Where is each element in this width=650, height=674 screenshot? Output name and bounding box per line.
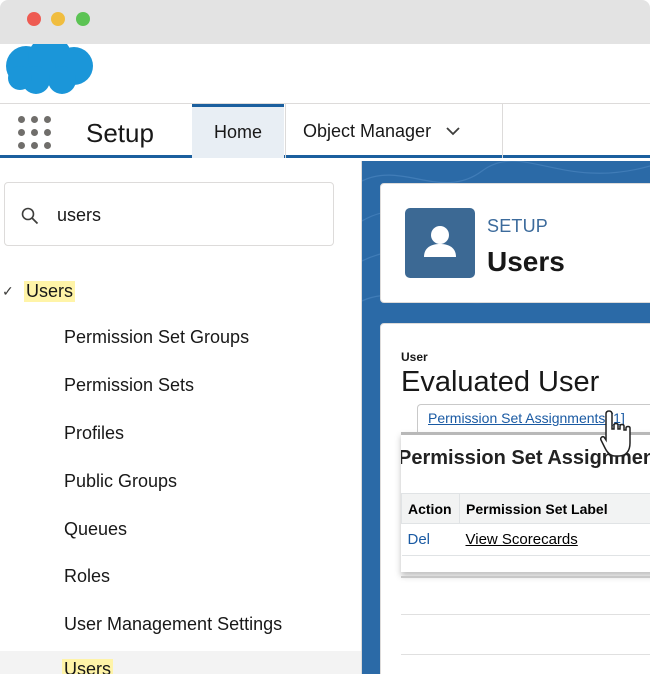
sidebar-item-user-management-settings[interactable]: User Management Settings <box>64 614 282 635</box>
search-icon <box>21 207 39 225</box>
table-header-row: Action Permission Set Label <box>401 493 650 524</box>
sidebar-item-users-label: Users <box>62 659 114 674</box>
minimize-window-button[interactable] <box>51 12 65 26</box>
column-header-action: Action <box>401 493 460 524</box>
table-row: Del View Scorecards <box>401 523 650 556</box>
divider <box>401 576 650 578</box>
tree-node-users-label: Users <box>24 280 76 302</box>
quick-find-input[interactable] <box>57 201 317 229</box>
tab-home[interactable]: Home <box>192 104 284 158</box>
sidebar-item-queues[interactable]: Queues <box>64 519 127 540</box>
page-header-eyebrow: SETUP <box>487 216 549 236</box>
app-title: Setup <box>86 118 154 148</box>
salesforce-cloud-logo[interactable] <box>4 44 96 96</box>
column-header-permission-set-label: Permission Set Label <box>459 493 650 524</box>
check-icon: ✓ <box>2 282 14 299</box>
page-title: Users <box>487 246 565 277</box>
label-cell: View Scorecards <box>459 523 650 556</box>
action-cell: Del <box>401 523 460 556</box>
page-header: SETUP Users <box>380 183 650 303</box>
maximize-window-button[interactable] <box>76 12 90 26</box>
close-window-button[interactable] <box>27 12 41 26</box>
window-titlebar <box>0 0 650 44</box>
overview-title: Evaluated User <box>401 366 600 398</box>
sidebar-item-public-groups[interactable]: Public Groups <box>64 471 177 492</box>
tab-object-manager[interactable]: Object Manager <box>285 104 503 158</box>
app-launcher-grid-icon[interactable] <box>18 116 52 150</box>
quick-find-box[interactable] <box>4 182 334 246</box>
divider <box>401 654 650 655</box>
setup-navbar: Setup Home Object Manager <box>0 104 650 158</box>
sidebar-item-permission-set-groups[interactable]: Permission Set Groups <box>64 327 249 348</box>
tab-object-manager-label: Object Manager <box>303 120 432 141</box>
sidebar-item-roles[interactable]: Roles <box>64 566 110 587</box>
user-icon <box>405 208 475 278</box>
sidebar-item-users[interactable]: Users <box>0 651 361 674</box>
overview-label: User <box>401 350 428 364</box>
global-header <box>0 44 650 104</box>
hand-pointer-cursor <box>600 410 631 457</box>
related-list-table: Action Permission Set Label Del View Sco… <box>401 493 650 556</box>
setup-sidebar: ✓ Users Permission Set Groups Permission… <box>0 161 362 674</box>
divider <box>401 614 650 615</box>
sidebar-item-permission-sets[interactable]: Permission Sets <box>64 375 194 396</box>
delete-link[interactable]: Del <box>408 531 431 548</box>
tab-home-label: Home <box>213 122 262 142</box>
permission-set-link[interactable]: View Scorecards <box>466 531 578 548</box>
tree-node-users[interactable]: ✓ Users <box>0 277 76 305</box>
sidebar-item-profiles[interactable]: Profiles <box>64 423 124 444</box>
chevron-down-icon[interactable] <box>445 126 461 136</box>
user-detail-card: User Evaluated User Permission Set Assig… <box>380 323 650 674</box>
